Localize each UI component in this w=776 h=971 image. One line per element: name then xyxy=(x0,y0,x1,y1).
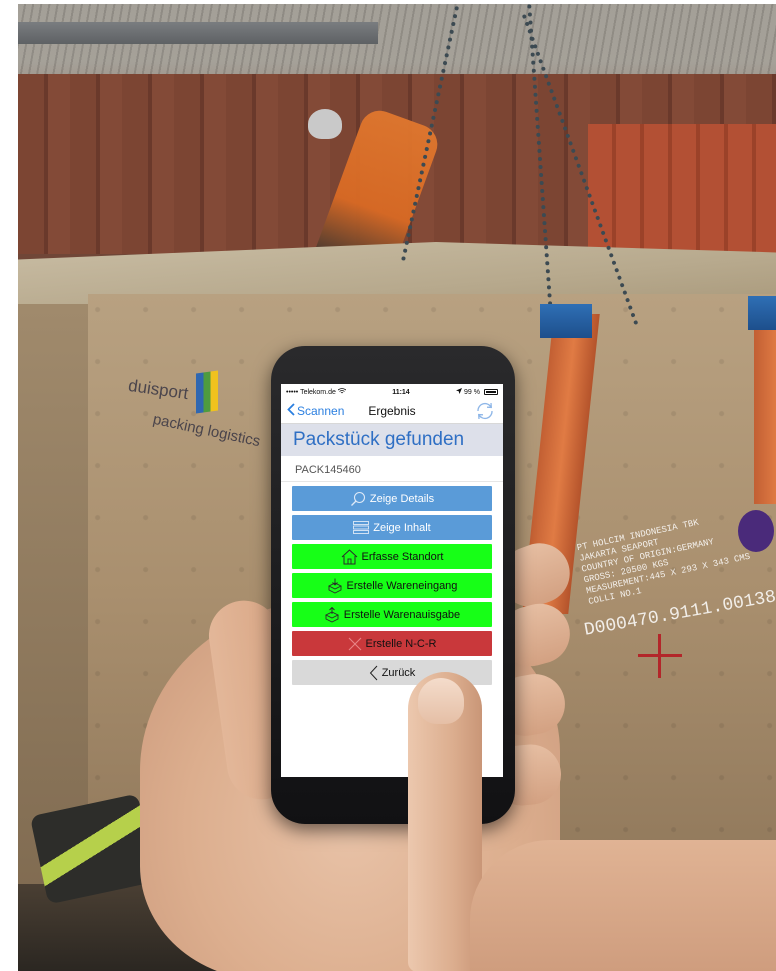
record-location-button[interactable]: Erfasse Standort xyxy=(292,544,492,569)
create-ncr-label: Erstelle N-C-R xyxy=(365,637,437,650)
create-goods-issue-label: Erstelle Warenauisgabe xyxy=(343,608,461,621)
show-details-button[interactable]: Zeige Details xyxy=(292,486,492,511)
duisport-logo-icon xyxy=(196,370,218,414)
status-bar: ••••• Telekom.de 11:14 99 % xyxy=(281,384,503,398)
create-ncr-button[interactable]: Erstelle N-C-R xyxy=(292,631,492,656)
box-out-icon xyxy=(324,606,340,623)
status-time: 11:14 xyxy=(392,388,410,396)
roof-beam xyxy=(18,22,378,44)
pointing-hand xyxy=(470,840,776,971)
action-button-list: Zeige Details Zeige Inhalt Erfasse Stand… xyxy=(281,482,503,685)
package-id: PACK145460 xyxy=(281,456,503,482)
show-contents-label: Zeige Inhalt xyxy=(373,521,431,534)
create-goods-receipt-label: Erstelle Wareneingang xyxy=(346,579,458,592)
center-of-gravity-mark xyxy=(638,634,682,678)
battery-icon xyxy=(484,389,498,395)
nav-back-button[interactable]: Scannen xyxy=(287,402,345,419)
chevron-left-icon xyxy=(369,665,378,681)
cross-icon xyxy=(348,637,362,651)
battery-area: 99 % xyxy=(456,388,498,396)
list-icon xyxy=(353,521,370,534)
show-contents-button[interactable]: Zeige Inhalt xyxy=(292,515,492,540)
carrier-area: ••••• Telekom.de xyxy=(286,388,347,396)
create-goods-receipt-button[interactable]: Erstelle Wareneingang xyxy=(292,573,492,598)
page-title: Packstück gefunden xyxy=(293,429,465,450)
battery-percent: 99 % xyxy=(464,388,480,396)
location-arrow-icon xyxy=(456,388,463,396)
worker-helmet xyxy=(308,109,342,139)
chevron-left-icon xyxy=(287,402,295,419)
wifi-icon xyxy=(337,388,347,396)
nav-back-label: Scannen xyxy=(297,403,345,418)
back-label: Zurück xyxy=(381,666,416,679)
fingernail xyxy=(418,678,464,724)
carrier-name: ••••• Telekom.de xyxy=(286,388,336,396)
box-in-icon xyxy=(327,578,343,594)
record-location-label: Erfasse Standort xyxy=(361,550,444,563)
strap-loop xyxy=(748,296,776,330)
lifting-strap xyxy=(754,304,776,504)
header-band: Packstück gefunden xyxy=(281,424,503,456)
strap-loop xyxy=(540,304,592,338)
navigation-bar: Scannen Ergebnis xyxy=(281,398,503,424)
home-icon xyxy=(341,548,358,565)
refresh-icon[interactable] xyxy=(475,402,495,420)
crate-sticker xyxy=(738,510,774,552)
search-icon xyxy=(350,491,366,507)
create-goods-issue-button[interactable]: Erstelle Warenauisgabe xyxy=(292,602,492,627)
show-details-label: Zeige Details xyxy=(369,492,435,505)
